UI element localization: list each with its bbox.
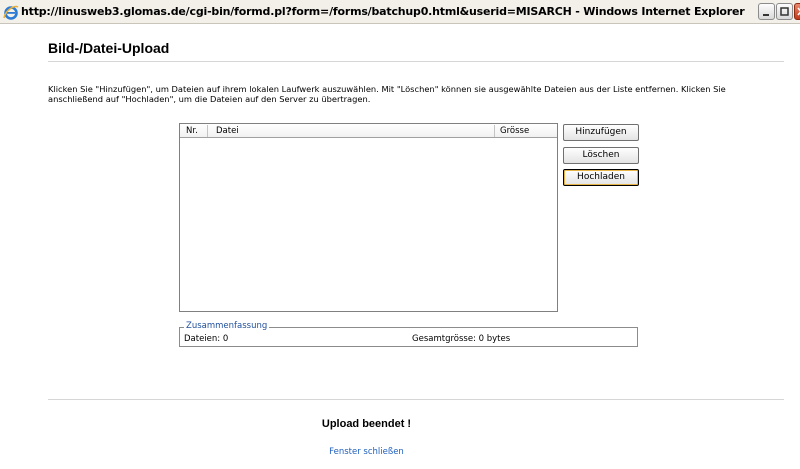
column-header-nr[interactable]: Nr. [186, 126, 198, 136]
column-header-datei[interactable]: Datei [216, 126, 239, 136]
maximize-button[interactable] [776, 3, 793, 20]
close-button[interactable] [794, 3, 800, 20]
summary-file-count: Dateien: 0 [184, 334, 229, 344]
summary-legend: Zusammenfassung [184, 321, 270, 331]
minimize-icon [763, 14, 769, 16]
column-header-groesse[interactable]: Grösse [500, 126, 529, 136]
header-divider [48, 61, 784, 62]
column-separator [207, 125, 208, 137]
page-title: Bild-/Datei-Upload [48, 40, 170, 56]
minimize-button[interactable] [758, 3, 775, 20]
footer-divider [48, 399, 784, 400]
delete-button[interactable]: Löschen [563, 147, 639, 164]
ie-icon [3, 4, 19, 20]
file-list-header: Nr. Datei Grösse [180, 124, 557, 138]
summary-fieldset: Zusammenfassung Dateien: 0 Gesamtgrösse:… [179, 321, 638, 347]
instructions-text: Klicken Sie "Hinzufügen", um Dateien auf… [48, 84, 726, 104]
upload-status-message: Upload beendet ! [321, 418, 412, 430]
close-window-link[interactable]: Fenster schließen [0, 447, 733, 457]
window-title-bar: http://linusweb3.glomas.de/cgi-bin/formd… [0, 0, 800, 24]
column-separator [494, 125, 495, 137]
file-list[interactable]: Nr. Datei Grösse [179, 123, 558, 312]
upload-button[interactable]: Hochladen [563, 169, 639, 186]
add-button[interactable]: Hinzufügen [563, 124, 639, 141]
summary-total-size: Gesamtgrösse: 0 bytes [412, 334, 511, 344]
close-icon [797, 7, 800, 16]
window-title: http://linusweb3.glomas.de/cgi-bin/formd… [21, 5, 745, 18]
maximize-icon [780, 7, 789, 16]
